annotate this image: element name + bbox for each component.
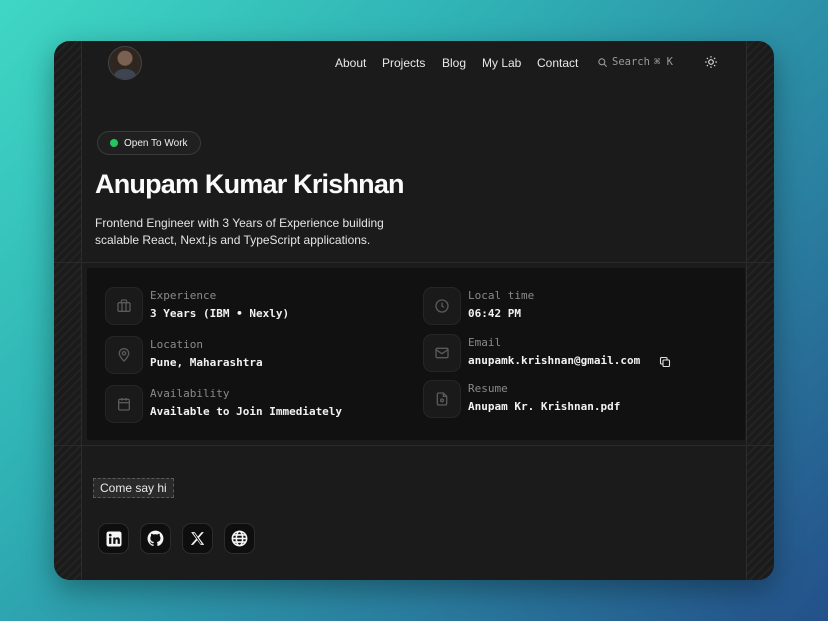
top-nav: About Projects Blog My Lab Contact Searc… — [82, 41, 746, 85]
resume-label: Resume — [468, 382, 508, 395]
x-button[interactable] — [182, 523, 213, 554]
page-content: About Projects Blog My Lab Contact Searc… — [54, 41, 774, 580]
clock-icon — [423, 287, 461, 325]
availability-value: Available to Join Immediately — [150, 405, 343, 418]
linkedin-icon — [106, 531, 121, 546]
status-dot — [110, 139, 118, 147]
portfolio-window: About Projects Blog My Lab Contact Searc… — [54, 41, 774, 580]
email-label: Email — [468, 336, 502, 349]
file-icon — [423, 380, 461, 418]
bio-text: Frontend Engineer with 3 Years of Experi… — [95, 216, 384, 247]
avatar[interactable] — [108, 46, 142, 80]
location-value: Pune, Maharashtra — [150, 356, 263, 369]
nav-link-blog[interactable]: Blog — [442, 56, 466, 70]
resume-link[interactable]: Anupam Kr. Krishnan.pdf — [468, 400, 620, 413]
x-icon — [190, 532, 205, 545]
nav-link-contact[interactable]: Contact — [537, 56, 578, 70]
copy-icon[interactable] — [659, 356, 671, 368]
github-icon — [147, 530, 164, 547]
divider — [54, 445, 774, 446]
sun-icon[interactable] — [704, 55, 718, 69]
location-label: Location — [150, 338, 203, 351]
map-pin-icon — [105, 336, 143, 374]
nav-link-my-lab[interactable]: My Lab — [482, 56, 521, 70]
local-time-value: 06:42 PM — [468, 307, 521, 320]
experience-value: 3 Years (IBM • Nexly) — [150, 307, 290, 320]
website-button[interactable] — [224, 523, 255, 554]
email-value[interactable]: anupamk.krishnan@gmail.com — [468, 354, 640, 367]
local-time-label: Local time — [468, 289, 535, 302]
say-hi-heading: Come say hi — [93, 478, 174, 498]
calendar-icon — [105, 385, 143, 423]
nav-link-about[interactable]: About — [335, 56, 366, 70]
briefcase-icon — [105, 287, 143, 325]
linkedin-button[interactable] — [98, 523, 129, 554]
info-panel: Experience 3 Years (IBM • Nexly) Local t… — [87, 268, 745, 440]
status-badge: Open To Work — [97, 131, 201, 155]
search-label: Search — [612, 56, 650, 68]
left-rail — [54, 41, 82, 580]
github-button[interactable] — [140, 523, 171, 554]
right-rail — [746, 41, 774, 580]
status-text: Open To Work — [124, 137, 188, 149]
search-shortcut: ⌘ K — [653, 56, 673, 68]
experience-label: Experience — [150, 289, 217, 302]
mail-icon — [423, 334, 461, 372]
page-title: Anupam Kumar Krishnan — [95, 169, 405, 199]
nav-link-projects[interactable]: Projects — [382, 56, 425, 70]
divider — [54, 262, 774, 263]
availability-label: Availability — [150, 387, 230, 400]
search-button[interactable]: Search ⌘ K — [597, 56, 673, 68]
globe-icon — [231, 530, 248, 547]
search-icon — [598, 57, 608, 67]
